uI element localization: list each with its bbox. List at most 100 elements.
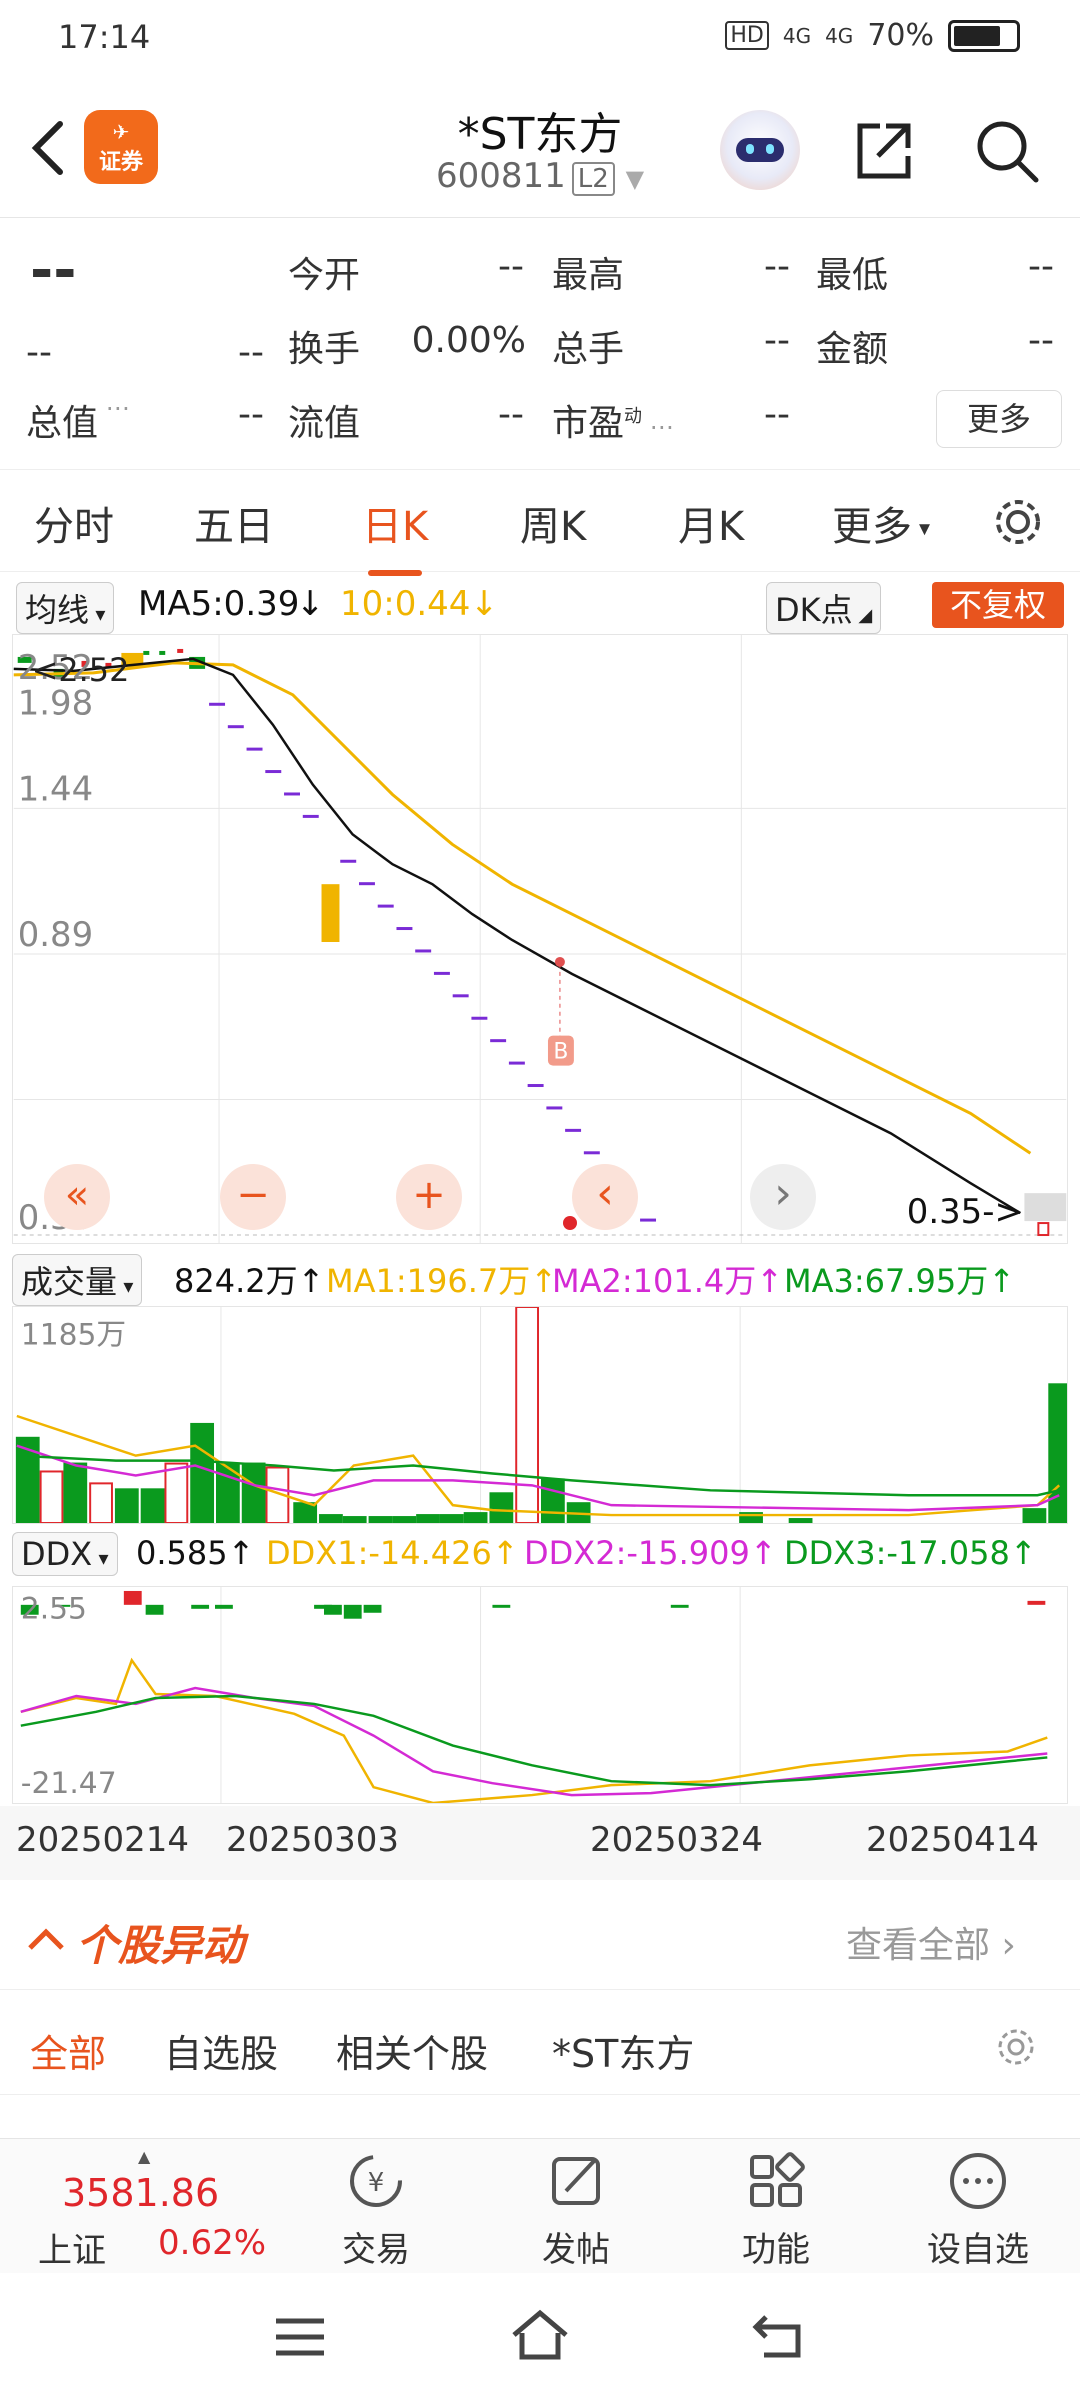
back-nav-icon[interactable] [752,2309,808,2361]
ddx-chart[interactable]: 2.55 -21.47 [12,1586,1068,1804]
more-quote-button[interactable]: 更多 [936,390,1062,448]
menu-icon[interactable] [272,2315,328,2359]
turnover-value: 0.00% [411,320,526,361]
pe-label[interactable]: 市盈动 ⋯ [552,394,674,446]
zoom-in-button[interactable]: + [396,1164,462,1230]
caret-down-icon: ▾ [117,1274,134,1298]
filter-all[interactable]: 全部 [30,2023,106,2078]
home-icon[interactable] [508,2307,572,2363]
corner-arrow-icon: ◢ [852,605,873,626]
abnormal-filter-tabs: 全部 自选股 相关个股 *ST东方 [0,1995,1080,2095]
rights-toggle[interactable]: 不复权 [932,582,1064,628]
index-value: 3581.86 [62,2171,220,2215]
arrow-down-icon: ↓ [296,584,325,624]
scroll-right-button[interactable]: › [750,1164,816,1230]
volume-bar [1022,1508,1047,1523]
high-value: -- [764,246,790,287]
volume-bar [463,1512,488,1523]
price-change-pct: -- [238,332,264,373]
tab-fenshi[interactable]: 分时 [34,494,114,552]
view-all-label: 查看全部 [846,1925,991,1966]
candle [452,994,469,998]
info-icon: ⋯ [642,413,674,441]
assistant-avatar[interactable] [720,110,800,190]
share-icon[interactable] [850,118,916,184]
volume-bar [241,1462,266,1523]
ddx2-value: DDX2:-15.909 [524,1534,750,1572]
volume-bar [540,1478,565,1523]
filter-watchlist[interactable]: 自选股 [164,2023,278,2078]
ddx-top-label: 2.55 [21,1592,87,1627]
volume-label: 总手 [552,329,625,370]
x-axis: 20250214 20250303 20250324 20250414 [0,1806,1080,1880]
tab-monthly-k[interactable]: 月K [678,494,744,552]
ma-selector[interactable]: 均线 ▾ [16,582,115,634]
filter-this-stock[interactable]: *ST东方 [552,2023,694,2078]
pe-sup: 动 [624,406,643,427]
dk-point-selector[interactable]: DK点 ◢ [766,582,882,634]
battery-icon [948,19,1020,52]
stock-code[interactable]: 600811 L2 ▼ [0,156,1080,196]
float-label: 流值 [288,403,361,444]
vol-ma1-legend: MA1:196.7万↑ [326,1262,558,1300]
tab-daily-k[interactable]: 日K [362,494,428,576]
filter-related[interactable]: 相关个股 [336,2023,488,2078]
volume-bar [89,1482,113,1523]
abnormal-title: 个股异动 [76,1921,245,1970]
candle [508,1061,525,1065]
search-icon[interactable] [972,116,1042,186]
turnover-label: 换手 [288,329,361,370]
settings-icon[interactable] [990,494,1046,550]
ddx-bar [123,1590,142,1605]
candle [490,1039,507,1043]
volume-bar [164,1462,189,1523]
nav-add-watchlist-label: 设自选 [927,2230,1029,2270]
index-ticker[interactable]: ▲ 3581.86 上证 0.62% [20,2147,266,2271]
ddx-bar [492,1604,511,1608]
volume-selector[interactable]: 成交量 ▾ [12,1254,143,1306]
candle [583,1151,600,1155]
zoom-out-button[interactable]: − [220,1164,286,1230]
mcap-label[interactable]: 总值 ⋯ [26,394,130,446]
amount-value: -- [1028,320,1054,361]
ddx-selector[interactable]: DDX ▾ [12,1532,118,1576]
pe-label-text: 市盈 [552,403,625,444]
candle [396,927,413,931]
status-icons: HD 4G 4G 70% [725,18,1020,53]
low-label: 最低 [816,255,889,296]
volume-bar [293,1502,318,1523]
volume-legend: 824.2万↑ [174,1262,325,1300]
view-all-link[interactable]: 查看全部 › [846,1916,1016,1968]
chevron-up-icon[interactable] [26,1924,66,1954]
grid-icon [750,2152,805,2207]
nav-functions[interactable]: 功能 [706,2149,846,2271]
ddx-bar [145,1604,164,1615]
volume-bar [416,1514,440,1523]
scroll-left-button[interactable]: ‹ [572,1164,638,1230]
last-price-label: 0.35-> [907,1192,1023,1231]
nav-post[interactable]: 发帖 [506,2149,646,2271]
info-icon: ⋯ [98,394,130,422]
high-label: 最高 [552,255,625,296]
kline-chart[interactable]: 2.52 1.98 1.44 0.89 0.35 <2.52 B 0.35-> [12,634,1068,1244]
tab-more[interactable]: 更多 ▾ [832,494,930,552]
gear-icon[interactable] [994,2025,1038,2069]
volume-bar [114,1488,139,1523]
tab-wuri[interactable]: 五日 [194,494,274,552]
ddx3-value: DDX3:-17.058 [784,1534,1010,1572]
volume-selector-label: 成交量 [21,1263,118,1301]
volume-chart[interactable]: 1185万 [12,1306,1068,1524]
rewind-button[interactable]: « [44,1164,110,1230]
candle [1037,1222,1050,1237]
ddx-bar [1027,1600,1046,1605]
tab-weekly-k[interactable]: 周K [520,494,586,552]
nav-functions-label: 功能 [742,2230,810,2270]
volume-bar [140,1488,165,1523]
ddx-bar [324,1604,342,1615]
ddx-legend: 0.585↑ [136,1534,255,1572]
level-badge: L2 [571,162,615,196]
candle [565,1128,582,1132]
mcap-value: -- [238,394,264,435]
nav-add-watchlist[interactable]: 设自选 [908,2149,1048,2271]
nav-trade[interactable]: ¥ 交易 [306,2149,446,2271]
